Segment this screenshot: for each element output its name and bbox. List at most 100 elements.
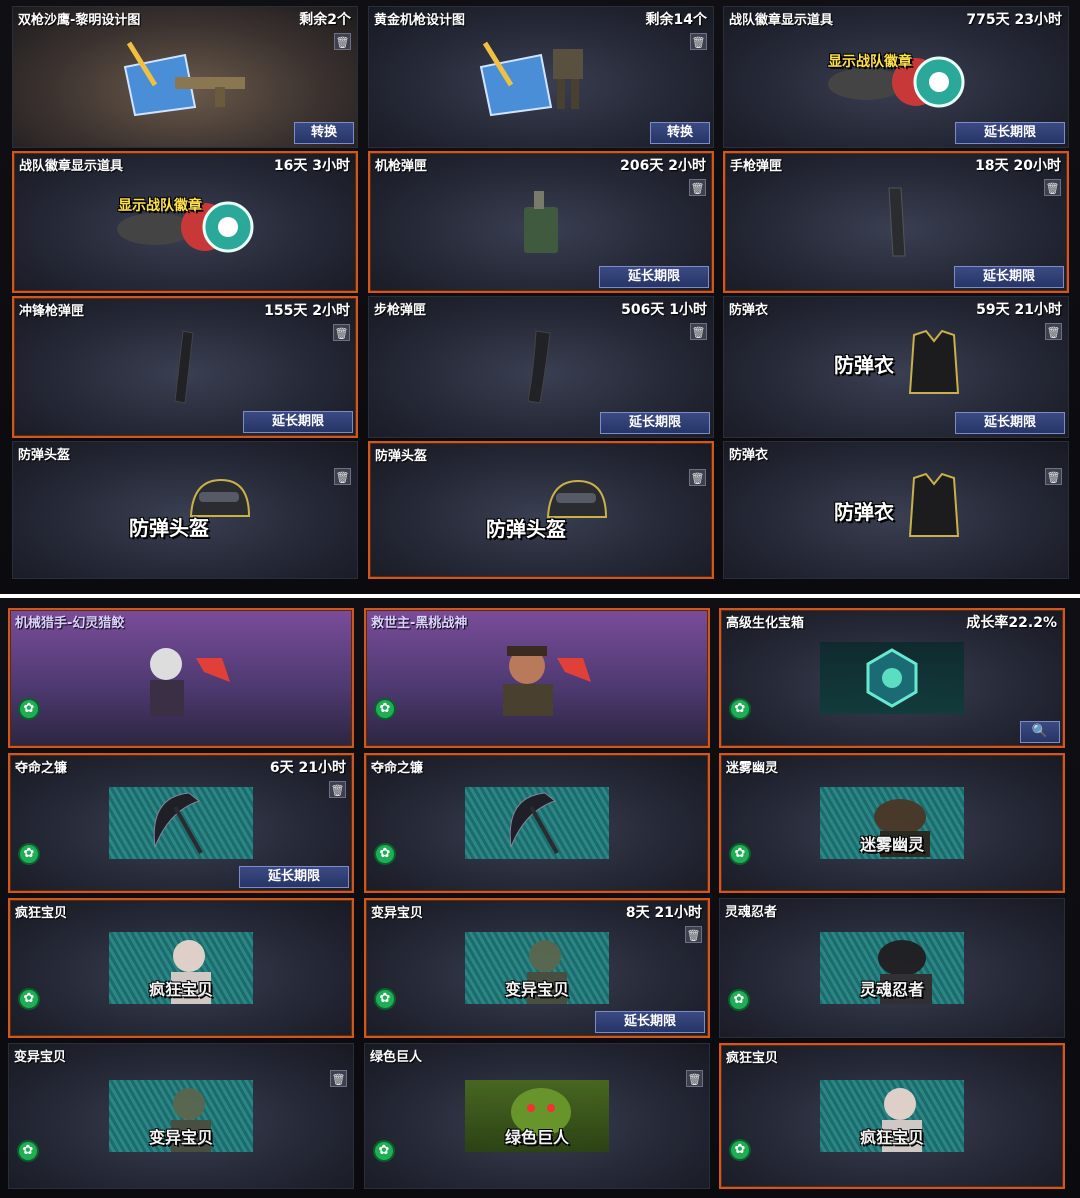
item-status: 剩余14个	[645, 12, 707, 28]
art-caption: 防弹头盔	[129, 516, 209, 540]
item-status: 206天 2小时	[620, 158, 706, 174]
body-armor-icon	[908, 472, 960, 537]
zombie-badge-icon: ✿	[729, 843, 751, 865]
art-caption: 显示战队徽章	[118, 198, 202, 214]
item-name: 手枪弹匣	[730, 159, 783, 174]
scythe-icon	[465, 787, 609, 859]
trash-icon[interactable]: 🗑	[1045, 468, 1062, 485]
character-card-mutant-baby[interactable]: 变异宝贝 🗑 变异宝贝 ✿	[8, 1043, 354, 1189]
body-armor-icon	[908, 329, 960, 394]
extend-button[interactable]: 延长期限	[954, 266, 1064, 288]
character-card-crazy-baby[interactable]: 疯狂宝贝 疯狂宝贝 ✿	[719, 1043, 1065, 1189]
blueprint-rifle-icon	[123, 41, 245, 117]
item-name: 夺命之镰	[15, 761, 68, 776]
item-card-rifle-magazine[interactable]: 步枪弹匣 506天 1小时 🗑 延长期限	[368, 296, 714, 438]
trash-icon[interactable]: 🗑	[689, 179, 706, 196]
character-card-mist-ghost[interactable]: 迷雾幽灵 迷雾幽灵 ✿	[719, 753, 1065, 893]
mutant-baby-portrait-icon: 变异宝贝	[109, 1080, 253, 1152]
item-status: 59天 21小时	[976, 302, 1062, 318]
item-card-pistol-magazine[interactable]: 手枪弹匣 18天 20小时 🗑 延长期限	[723, 151, 1069, 293]
trash-icon[interactable]: 🗑	[685, 926, 702, 943]
zombie-badge-icon: ✿	[729, 698, 751, 720]
extend-button[interactable]: 延长期限	[599, 266, 709, 288]
item-name: 防弹头盔	[18, 448, 71, 463]
trash-icon[interactable]: 🗑	[329, 781, 346, 798]
item-card-scythe[interactable]: 夺命之镰 6天 21小时 🗑 ✿ 延长期限	[8, 753, 354, 893]
character-card-crazy-baby[interactable]: 疯狂宝贝 疯狂宝贝 ✿	[8, 898, 354, 1038]
item-name: 防弹头盔	[375, 449, 428, 464]
character-card-soul-ninja[interactable]: 灵魂忍者 灵魂忍者 ✿	[719, 898, 1065, 1038]
bio-chest-icon	[820, 642, 964, 714]
trash-icon[interactable]: 🗑	[333, 324, 350, 341]
item-name: 冲锋枪弹匣	[19, 304, 85, 319]
item-card-bio-chest[interactable]: 高级生化宝箱 成长率22.2% ✿ 🔍	[719, 608, 1065, 748]
item-card-smg-magazine[interactable]: 冲锋枪弹匣 155天 2小时 🗑 延长期限	[12, 296, 358, 438]
trash-icon[interactable]: 🗑	[330, 1070, 347, 1087]
item-status: 506天 1小时	[621, 302, 707, 318]
magnifier-icon[interactable]: 🔍	[1020, 721, 1060, 743]
item-name: 疯狂宝贝	[15, 906, 68, 921]
mist-ghost-portrait-icon: 迷雾幽灵	[820, 787, 964, 859]
character-card-mutant-baby[interactable]: 变异宝贝 8天 21小时 🗑 变异宝贝 ✿ 延长期限	[364, 898, 710, 1038]
item-card-body-armor[interactable]: 防弹衣 🗑 防弹衣	[723, 441, 1069, 579]
item-status: 16天 3小时	[273, 158, 350, 174]
item-name: 防弹衣	[729, 448, 769, 463]
extend-button[interactable]: 延长期限	[595, 1011, 705, 1033]
scythe-icon	[109, 787, 253, 859]
item-card-helmet[interactable]: 防弹头盔 🗑 防弹头盔	[368, 441, 714, 579]
item-status: 剩余2个	[299, 12, 351, 28]
crazy-baby-portrait-icon: 疯狂宝贝	[820, 1080, 964, 1152]
item-card-helmet[interactable]: 防弹头盔 🗑 防弹头盔	[12, 441, 358, 579]
item-name: 夺命之镰	[371, 761, 424, 776]
item-card-mg-magazine[interactable]: 机枪弹匣 206天 2小时 🗑 延长期限	[368, 151, 714, 293]
item-name: 步枪弹匣	[374, 303, 427, 318]
trash-icon[interactable]: 🗑	[1045, 323, 1062, 340]
character-card-saviour[interactable]: 救世主-黑桃战神 ✿	[364, 608, 710, 748]
item-card-team-badge[interactable]: 战队徽章显示道具 16天 3小时 显示战队徽章	[12, 151, 358, 293]
trash-icon[interactable]: 🗑	[690, 323, 707, 340]
zombie-badge-icon: ✿	[374, 698, 396, 720]
art-caption: 疯狂宝贝	[859, 1128, 924, 1147]
item-name: 疯狂宝贝	[726, 1051, 779, 1066]
convert-button[interactable]: 转换	[650, 122, 710, 144]
art-caption: 疯狂宝贝	[148, 980, 213, 999]
extend-button[interactable]: 延长期限	[239, 866, 349, 888]
trash-icon[interactable]: 🗑	[334, 468, 351, 485]
item-status: 775天 23小时	[966, 12, 1062, 28]
trash-icon[interactable]: 🗑	[686, 1070, 703, 1087]
zombie-badge-icon: ✿	[373, 1140, 395, 1162]
zombie-badge-icon: ✿	[18, 698, 40, 720]
item-name: 高级生化宝箱	[726, 616, 805, 631]
art-caption: 防弹衣	[834, 353, 894, 377]
item-status: 18天 20小时	[975, 158, 1061, 174]
extend-button[interactable]: 延长期限	[243, 411, 353, 433]
item-card-scythe[interactable]: 夺命之镰 ✿	[364, 753, 710, 893]
inventory-panel-bottom: 机械猎手-幻灵猎鲛 ✿ 救世主-黑桃战神 ✿ 高级生化宝箱 成长率22.2% ✿…	[0, 598, 1080, 1198]
inventory-panel-top: 双枪沙鹰-黎明设计图 剩余2个 🗑 转换 黄金机枪设计图 剩余14个 🗑 转换 …	[0, 0, 1080, 594]
item-card-dual-deagle-blueprint[interactable]: 双枪沙鹰-黎明设计图 剩余2个 🗑 转换	[12, 6, 358, 148]
character-portrait-icon	[503, 646, 591, 716]
item-card-body-armor[interactable]: 防弹衣 59天 21小时 🗑 防弹衣 延长期限	[723, 296, 1069, 438]
trash-icon[interactable]: 🗑	[334, 33, 351, 50]
trash-icon[interactable]: 🗑	[1044, 179, 1061, 196]
zombie-badge-icon: ✿	[729, 1139, 751, 1161]
convert-button[interactable]: 转换	[294, 122, 354, 144]
extend-button[interactable]: 延长期限	[600, 412, 710, 434]
art-caption: 防弹衣	[834, 500, 894, 524]
blueprint-robot-icon	[479, 41, 583, 117]
character-card-green-giant[interactable]: 绿色巨人 🗑 绿色巨人 ✿	[364, 1043, 710, 1189]
item-name: 变异宝贝	[14, 1050, 67, 1065]
art-caption: 显示战队徽章	[828, 54, 912, 70]
item-name: 战队徽章显示道具	[19, 159, 124, 174]
trash-icon[interactable]: 🗑	[689, 469, 706, 486]
item-card-team-badge[interactable]: 战队徽章显示道具 775天 23小时 显示战队徽章 延长期限	[723, 6, 1069, 148]
art-caption: 变异宝贝	[148, 1128, 213, 1147]
item-name: 机枪弹匣	[375, 159, 428, 174]
trash-icon[interactable]: 🗑	[690, 33, 707, 50]
extend-button[interactable]: 延长期限	[955, 412, 1065, 434]
art-caption: 防弹头盔	[486, 517, 566, 541]
extend-button[interactable]: 延长期限	[955, 122, 1065, 144]
item-card-gold-mg-blueprint[interactable]: 黄金机枪设计图 剩余14个 🗑 转换	[368, 6, 714, 148]
item-status: 155天 2小时	[264, 303, 350, 319]
character-card-mech-hunter[interactable]: 机械猎手-幻灵猎鲛 ✿	[8, 608, 354, 748]
